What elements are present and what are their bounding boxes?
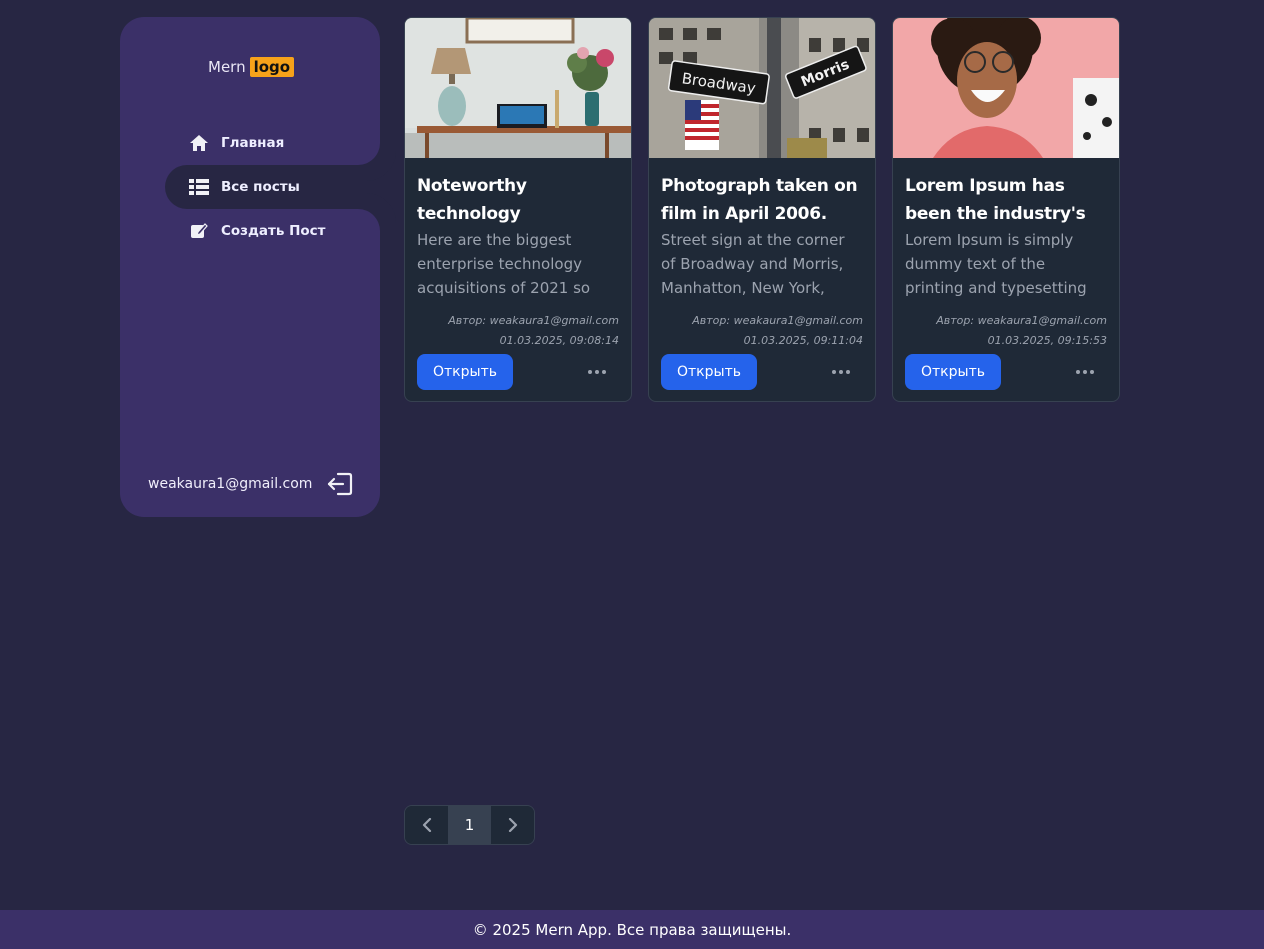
sidebar-item-label: Все посты xyxy=(221,179,300,195)
chevron-right-icon xyxy=(508,818,517,832)
logout-icon xyxy=(327,472,353,496)
post-image-desk xyxy=(405,18,631,158)
logo-badge: logo xyxy=(249,57,295,77)
dot-icon xyxy=(846,370,850,374)
sidebar-item-label: Главная xyxy=(221,135,285,151)
app-logo[interactable]: Mern logo xyxy=(208,57,295,77)
logout-button[interactable] xyxy=(327,471,353,497)
footer-copyright: © 2025 Mern App. Все права защищены. xyxy=(472,920,792,939)
post-actions: Открыть xyxy=(417,354,619,390)
post-image-portrait xyxy=(893,18,1119,158)
sidebar-item-all-posts[interactable]: Все посты xyxy=(165,165,380,209)
app-page: Mern logo Главная Все посты Создать Пост… xyxy=(0,0,1264,949)
chevron-left-icon xyxy=(422,818,431,832)
post-title: Noteworthy technology acquisitions 2021 xyxy=(417,176,527,224)
sidebar-nav: Главная Все посты Создать Пост xyxy=(165,121,380,253)
post-title: Lorem Ipsum has been the industry's xyxy=(905,176,1086,224)
post-title: Photograph taken on film in April 2006. xyxy=(661,176,858,224)
next-page-button[interactable] xyxy=(491,806,534,844)
dot-icon xyxy=(1090,370,1094,374)
post-actions: Открыть xyxy=(905,354,1107,390)
logo-text: Mern xyxy=(208,58,246,76)
sidebar-item-create-post[interactable]: Создать Пост xyxy=(165,209,380,253)
post-author: Автор: weakaura1@gmail.com xyxy=(692,314,863,327)
post-author: Автор: weakaura1@gmail.com xyxy=(448,314,619,327)
sidebar: Mern logo Главная Все посты Создать Пост… xyxy=(120,17,380,517)
post-meta: Автор: weakaura1@gmail.com 01.03.2025, 0… xyxy=(661,311,863,351)
dot-icon xyxy=(1083,370,1087,374)
post-card: Lorem Ipsum has been the industry's Lore… xyxy=(892,17,1120,402)
post-description: Street sign at the corner of Broadway an… xyxy=(661,231,845,297)
post-date: 01.03.2025, 09:11:04 xyxy=(743,334,863,347)
home-icon xyxy=(189,133,209,153)
list-icon xyxy=(189,177,209,197)
post-author: Автор: weakaura1@gmail.com xyxy=(936,314,1107,327)
footer: © 2025 Mern App. Все права защищены. xyxy=(0,910,1264,949)
posts-grid: Noteworthy technology acquisitions 2021 … xyxy=(404,17,1120,402)
edit-icon xyxy=(189,221,209,241)
post-date: 01.03.2025, 09:15:53 xyxy=(987,334,1107,347)
sidebar-item-home[interactable]: Главная xyxy=(165,121,380,165)
post-date: 01.03.2025, 09:08:14 xyxy=(499,334,619,347)
open-post-button[interactable]: Открыть xyxy=(417,354,513,390)
dot-icon xyxy=(602,370,606,374)
post-meta: Автор: weakaura1@gmail.com 01.03.2025, 0… xyxy=(905,311,1107,351)
post-card: Broadway Morris Photograph taken on film… xyxy=(648,17,876,402)
more-options-button[interactable] xyxy=(583,362,611,382)
dot-icon xyxy=(1076,370,1080,374)
sidebar-item-label: Создать Пост xyxy=(221,223,326,239)
post-description: Lorem Ipsum is simply dummy text of the … xyxy=(905,231,1087,297)
user-email: weakaura1@gmail.com xyxy=(148,476,313,492)
page-number-button[interactable]: 1 xyxy=(448,806,491,844)
post-actions: Открыть xyxy=(661,354,863,390)
post-meta: Автор: weakaura1@gmail.com 01.03.2025, 0… xyxy=(417,311,619,351)
dot-icon xyxy=(588,370,592,374)
pagination: 1 xyxy=(404,805,535,845)
dot-icon xyxy=(839,370,843,374)
dot-icon xyxy=(832,370,836,374)
open-post-button[interactable]: Открыть xyxy=(905,354,1001,390)
more-options-button[interactable] xyxy=(827,362,855,382)
prev-page-button[interactable] xyxy=(405,806,448,844)
post-card: Noteworthy technology acquisitions 2021 … xyxy=(404,17,632,402)
user-panel: weakaura1@gmail.com xyxy=(148,471,353,497)
post-description: Here are the biggest enterprise technolo… xyxy=(417,231,591,297)
more-options-button[interactable] xyxy=(1071,362,1099,382)
open-post-button[interactable]: Открыть xyxy=(661,354,757,390)
dot-icon xyxy=(595,370,599,374)
post-image-street-sign: Broadway Morris xyxy=(649,18,875,158)
